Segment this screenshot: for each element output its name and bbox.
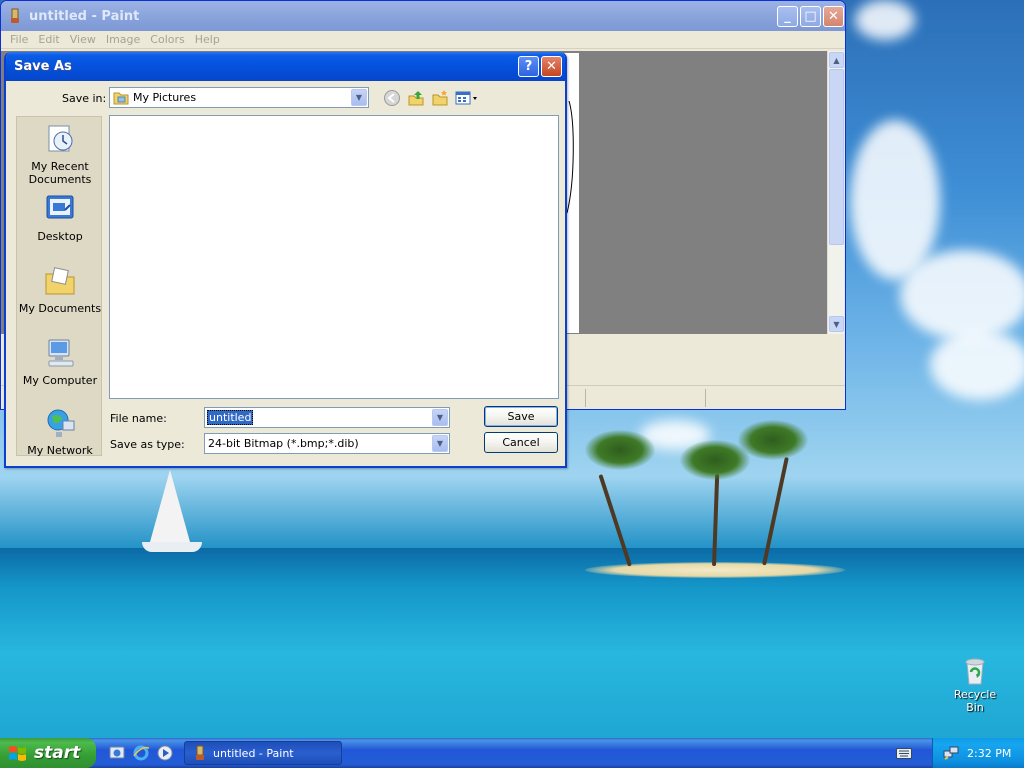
recycle-bin-icon: [965, 658, 985, 685]
scroll-thumb[interactable]: [829, 69, 844, 245]
dialog-title: Save As: [14, 59, 72, 74]
views-menu-icon[interactable]: [454, 88, 480, 108]
maximize-button[interactable]: □: [800, 6, 821, 27]
chevron-down-icon[interactable]: ▼: [432, 435, 448, 452]
my-network-icon: [47, 409, 75, 437]
my-computer-icon: [48, 339, 74, 367]
menu-edit[interactable]: Edit: [33, 33, 64, 46]
place-desktop[interactable]: Desktop: [17, 193, 103, 243]
help-button[interactable]: ?: [518, 56, 539, 77]
new-folder-icon[interactable]: [430, 88, 450, 108]
place-label-my-documents: My Documents: [18, 302, 102, 315]
internet-explorer-icon[interactable]: [132, 744, 150, 762]
file-name-label: File name:: [110, 412, 167, 425]
place-label-my-computer: My Computer: [22, 374, 98, 387]
save-button[interactable]: Save: [484, 406, 558, 427]
save-in-value: My Pictures: [133, 91, 197, 104]
place-my-documents[interactable]: My Documents: [17, 265, 103, 315]
system-tray: 2:32 PM: [932, 738, 1024, 768]
recent-documents-icon: [48, 125, 73, 152]
menu-colors[interactable]: Colors: [145, 33, 189, 46]
save-in-label: Save in:: [62, 92, 107, 105]
place-label-my-network: My Network: [27, 444, 93, 457]
place-label-recent: My Recent Documents: [28, 160, 92, 186]
up-one-level-icon[interactable]: [406, 88, 426, 108]
my-pictures-folder-icon: [113, 92, 129, 104]
cancel-button[interactable]: Cancel: [484, 432, 558, 453]
save-as-type-dropdown[interactable]: 24-bit Bitmap (*.bmp;*.dib) ▼: [204, 433, 450, 454]
quicklaunch-explorer-icon[interactable]: [108, 744, 126, 762]
taskbar-item-label: untitled - Paint: [213, 746, 294, 760]
vertical-scrollbar[interactable]: ▲ ▼: [827, 51, 844, 334]
paint-titlebar[interactable]: untitled - Paint _ □ ✕: [1, 1, 845, 31]
save-as-dialog: Save As ? ✕ Save in: My Pictures ▼ My Re…: [4, 52, 567, 468]
file-name-value: untitled: [207, 410, 254, 425]
media-player-icon[interactable]: [156, 744, 174, 762]
menu-view[interactable]: View: [65, 33, 101, 46]
scroll-down-icon[interactable]: ▼: [829, 316, 844, 332]
paint-window-title: untitled - Paint: [29, 8, 140, 24]
scroll-up-icon[interactable]: ▲: [829, 52, 844, 68]
taskbar-item-paint[interactable]: untitled - Paint: [184, 741, 342, 765]
menu-help[interactable]: Help: [190, 33, 225, 46]
start-button[interactable]: start: [0, 738, 96, 768]
windows-logo-icon: [9, 746, 26, 761]
clock[interactable]: 2:32 PM: [967, 747, 1011, 760]
menu-image[interactable]: Image: [101, 33, 145, 46]
place-my-computer[interactable]: My Computer: [17, 337, 103, 387]
taskbar: start untitled - Paint 2:32 PM: [0, 738, 1024, 768]
dialog-titlebar[interactable]: Save As ? ✕: [6, 52, 565, 81]
file-list-view[interactable]: [109, 115, 559, 399]
close-button[interactable]: ✕: [823, 6, 844, 27]
recycle-bin-label: Recycle Bin: [953, 688, 997, 714]
paint-task-icon: [196, 745, 204, 760]
minimize-button[interactable]: _: [777, 6, 798, 27]
chevron-down-icon[interactable]: ▼: [351, 89, 367, 106]
place-my-network[interactable]: My Network: [17, 407, 103, 457]
recycle-bin[interactable]: Recycle Bin: [944, 654, 1006, 714]
place-label-desktop: Desktop: [37, 230, 83, 243]
back-icon[interactable]: [382, 88, 402, 108]
desktop-icon: [46, 195, 74, 219]
paint-menubar: File Edit View Image Colors Help: [1, 31, 845, 49]
keyboard-language-icon[interactable]: [896, 748, 912, 759]
place-my-recent-documents[interactable]: My Recent Documents: [17, 123, 103, 186]
dialog-close-button[interactable]: ✕: [541, 56, 562, 77]
file-name-dropdown-icon[interactable]: ▼: [432, 409, 448, 426]
menu-file[interactable]: File: [5, 33, 33, 46]
file-name-input[interactable]: untitled ▼: [204, 407, 450, 428]
start-label: start: [34, 743, 81, 763]
my-documents-icon: [45, 267, 75, 295]
paint-app-icon: [11, 8, 19, 23]
places-bar: My Recent Documents Desktop My Documents: [16, 116, 103, 457]
save-in-dropdown[interactable]: My Pictures ▼: [109, 87, 369, 108]
save-as-type-label: Save as type:: [110, 438, 185, 451]
save-as-type-value: 24-bit Bitmap (*.bmp;*.dib): [208, 437, 359, 450]
network-connection-icon[interactable]: [943, 745, 959, 761]
